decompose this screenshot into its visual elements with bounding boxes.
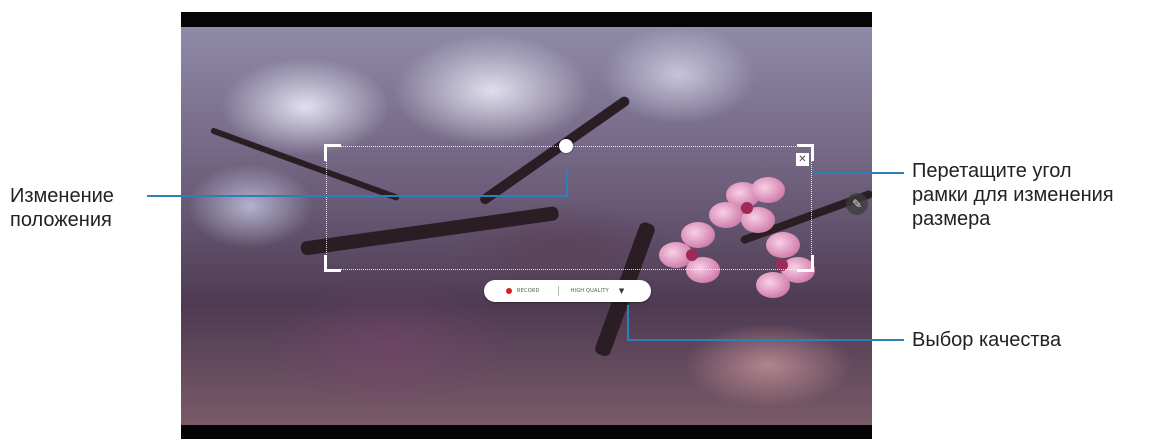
toolbar-divider [557,286,559,296]
resize-handle-bottom-right[interactable] [797,255,814,272]
leader-line-reposition-v [566,168,568,197]
record-icon[interactable] [506,288,512,294]
callout-reposition: Изменение положения [10,185,114,231]
record-button[interactable]: RECORD [517,288,540,294]
leader-line-resize [812,172,904,174]
quality-selector[interactable]: HIGH QUALITY [571,288,609,294]
callout-quality: Выбор качества [912,329,1062,351]
leader-line-quality [627,339,904,341]
pencil-icon[interactable]: ✎ [846,193,868,215]
callout-resize: Перетащите угол рамки для изменения разм… [912,160,1114,230]
device-screen: ✕ ✎ RECORD HIGH QUALITY ▼ [181,12,872,439]
resize-handle-top-left[interactable] [324,144,341,161]
move-handle[interactable] [559,139,573,153]
leader-line-quality-v [627,305,629,341]
chevron-down-icon[interactable]: ▼ [619,287,624,295]
resize-handle-bottom-left[interactable] [324,255,341,272]
capture-area-frame[interactable]: ✕ [324,139,814,272]
close-icon[interactable]: ✕ [796,153,809,166]
record-toolbar: RECORD HIGH QUALITY ▼ [484,280,651,302]
leader-line-reposition [147,195,567,197]
